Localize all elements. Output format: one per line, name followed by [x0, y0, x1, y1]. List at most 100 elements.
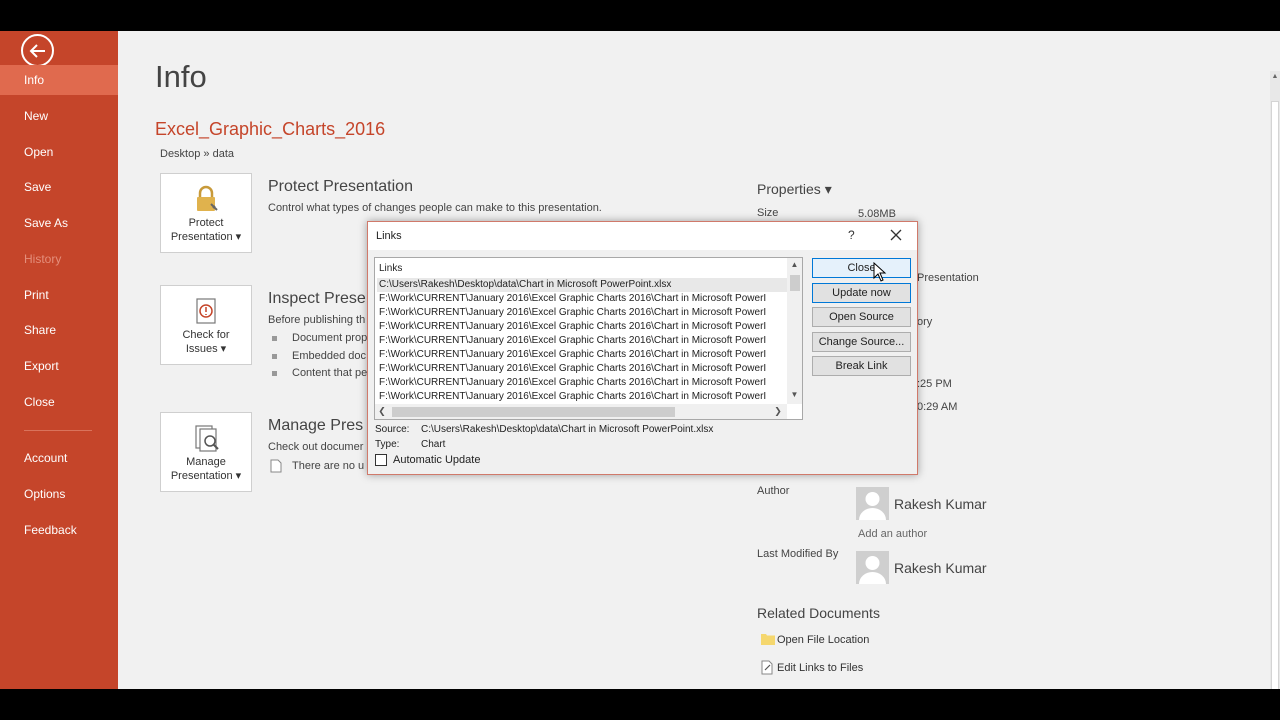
- open-file-location-link[interactable]: Open File Location: [757, 634, 869, 646]
- manage-section-title: Manage Pres: [268, 417, 364, 434]
- size-value: 5.08MB: [858, 208, 896, 220]
- close-icon[interactable]: [887, 226, 905, 244]
- author-name[interactable]: Rakesh Kumar: [894, 496, 987, 512]
- automatic-update-checkbox[interactable]: [375, 454, 387, 466]
- automatic-update-label[interactable]: Automatic Update: [393, 454, 480, 466]
- property-fragment: ory: [917, 316, 933, 328]
- person-icon: [859, 556, 886, 584]
- last-modified-label: Last Modified By: [757, 548, 839, 560]
- nav-item-account[interactable]: Account: [0, 443, 118, 473]
- powerpoint-backstage: Info New Open Save Save As History Print…: [0, 31, 1280, 689]
- file-path[interactable]: Desktop » data: [160, 148, 234, 160]
- protect-section-title: Protect Presentation: [268, 178, 413, 195]
- nav-item-share[interactable]: Share: [0, 315, 118, 345]
- property-fragment: Presentation: [917, 272, 979, 284]
- list-vertical-scrollbar[interactable]: ▲ ▼: [787, 258, 802, 404]
- related-documents-header: Related Documents: [757, 605, 880, 621]
- nav-item-save[interactable]: Save: [0, 172, 118, 202]
- author-avatar: [856, 487, 889, 520]
- manage-document-icon: [195, 425, 219, 452]
- modified-by-avatar: [856, 551, 889, 584]
- inspect-tile-label-2: Issues ▾: [185, 343, 227, 355]
- links-dialog: Links ? Links C:\Users\Rakesh\Desktop\da…: [367, 221, 918, 475]
- inspect-tile-label-1: Check for: [182, 329, 230, 341]
- nav-item-new[interactable]: New: [0, 101, 118, 131]
- link-row[interactable]: F:\Work\CURRENT\January 2016\Excel Graph…: [377, 292, 787, 306]
- dialog-title: Links: [376, 230, 402, 242]
- list-vscroll-thumb[interactable]: [790, 275, 800, 291]
- link-row[interactable]: F:\Work\CURRENT\January 2016\Excel Graph…: [377, 320, 787, 334]
- list-scroll-right-icon[interactable]: ❯: [771, 404, 785, 419]
- author-label: Author: [757, 485, 790, 497]
- nav-item-export[interactable]: Export: [0, 351, 118, 381]
- close-button[interactable]: Close: [812, 258, 911, 278]
- protect-tile-label-1: Protect: [188, 217, 224, 229]
- page-scrollbar[interactable]: ▲: [1270, 71, 1280, 689]
- property-fragment: 0:29 AM: [917, 401, 958, 413]
- back-arrow-icon: [29, 43, 45, 58]
- backstage-nav: Info New Open Save Save As History Print…: [0, 31, 118, 689]
- property-fragment: :25 PM: [917, 378, 952, 390]
- manage-note: There are no u: [292, 460, 365, 472]
- manage-tile-label-2: Presentation ▾: [170, 470, 242, 482]
- inspect-bullet: Content that pe: [268, 367, 367, 379]
- protect-tile-label-2: Presentation ▾: [170, 231, 242, 243]
- change-source-button[interactable]: Change Source...: [812, 332, 911, 352]
- update-now-button[interactable]: Update now: [812, 283, 911, 303]
- nav-item-info[interactable]: Info: [0, 65, 118, 95]
- properties-header[interactable]: Properties ▾: [757, 181, 832, 198]
- edit-links-to-files-link[interactable]: Edit Links to Files: [757, 662, 863, 674]
- nav-item-feedback[interactable]: Feedback: [0, 515, 118, 545]
- list-header: Links: [379, 263, 403, 274]
- inspect-document-icon: [196, 298, 216, 324]
- mouse-cursor-icon: [873, 262, 887, 282]
- inspect-bullet: Document prop: [268, 332, 367, 344]
- link-row[interactable]: F:\Work\CURRENT\January 2016\Excel Graph…: [377, 390, 787, 404]
- list-horizontal-scrollbar[interactable]: ❮ ❯: [375, 404, 787, 419]
- nav-item-open[interactable]: Open: [0, 137, 118, 167]
- nav-item-print[interactable]: Print: [0, 280, 118, 310]
- protect-presentation-button[interactable]: Protect Presentation ▾: [160, 173, 252, 253]
- nav-item-history: History: [24, 252, 62, 266]
- document-icon: [270, 459, 282, 473]
- help-button[interactable]: ?: [848, 228, 855, 242]
- manage-section-desc: Check out documer: [268, 441, 364, 453]
- links-list[interactable]: Links C:\Users\Rakesh\Desktop\data\Chart…: [374, 257, 803, 420]
- inspect-bullet: Embedded doc: [268, 350, 366, 362]
- break-link-button[interactable]: Break Link: [812, 356, 911, 376]
- list-scroll-left-icon[interactable]: ❮: [375, 404, 389, 419]
- source-value: C:\Users\Rakesh\Desktop\data\Chart in Mi…: [421, 424, 714, 435]
- link-row[interactable]: F:\Work\CURRENT\January 2016\Excel Graph…: [377, 362, 787, 376]
- manage-presentation-button[interactable]: Manage Presentation ▾: [160, 412, 252, 492]
- link-row[interactable]: F:\Work\CURRENT\January 2016\Excel Graph…: [377, 376, 787, 390]
- back-button[interactable]: [21, 34, 54, 67]
- type-label: Type:: [375, 439, 400, 450]
- check-for-issues-button[interactable]: Check for Issues ▾: [160, 285, 252, 365]
- lock-icon: [197, 185, 218, 211]
- link-row[interactable]: F:\Work\CURRENT\January 2016\Excel Graph…: [377, 348, 787, 362]
- manage-tile-label-1: Manage: [186, 456, 226, 468]
- list-scroll-up-icon[interactable]: ▲: [787, 258, 802, 272]
- inspect-section-title: Inspect Prese: [268, 290, 366, 307]
- add-author-link[interactable]: Add an author: [858, 528, 927, 540]
- nav-item-close[interactable]: Close: [0, 387, 118, 417]
- type-value: Chart: [421, 439, 446, 450]
- list-hscroll-thumb[interactable]: [392, 407, 675, 417]
- source-label: Source:: [375, 424, 410, 435]
- nav-item-save-as[interactable]: Save As: [0, 208, 118, 238]
- person-icon: [859, 492, 886, 520]
- open-source-button[interactable]: Open Source: [812, 307, 911, 327]
- dialog-titlebar[interactable]: Links ?: [368, 222, 917, 250]
- link-row[interactable]: F:\Work\CURRENT\January 2016\Excel Graph…: [377, 306, 787, 320]
- page-title: Info: [155, 59, 207, 94]
- scroll-thumb[interactable]: [1271, 101, 1279, 689]
- inspect-section-desc: Before publishing th: [268, 314, 366, 326]
- modified-by-name[interactable]: Rakesh Kumar: [894, 560, 987, 576]
- size-label: Size: [757, 207, 779, 219]
- link-row[interactable]: F:\Work\CURRENT\January 2016\Excel Graph…: [377, 334, 787, 348]
- scroll-up-arrow-icon[interactable]: ▲: [1270, 71, 1280, 83]
- list-scroll-down-icon[interactable]: ▼: [787, 388, 802, 402]
- nav-item-options[interactable]: Options: [0, 479, 118, 509]
- link-row[interactable]: C:\Users\Rakesh\Desktop\data\Chart in Mi…: [377, 278, 787, 292]
- nav-divider: [24, 430, 92, 431]
